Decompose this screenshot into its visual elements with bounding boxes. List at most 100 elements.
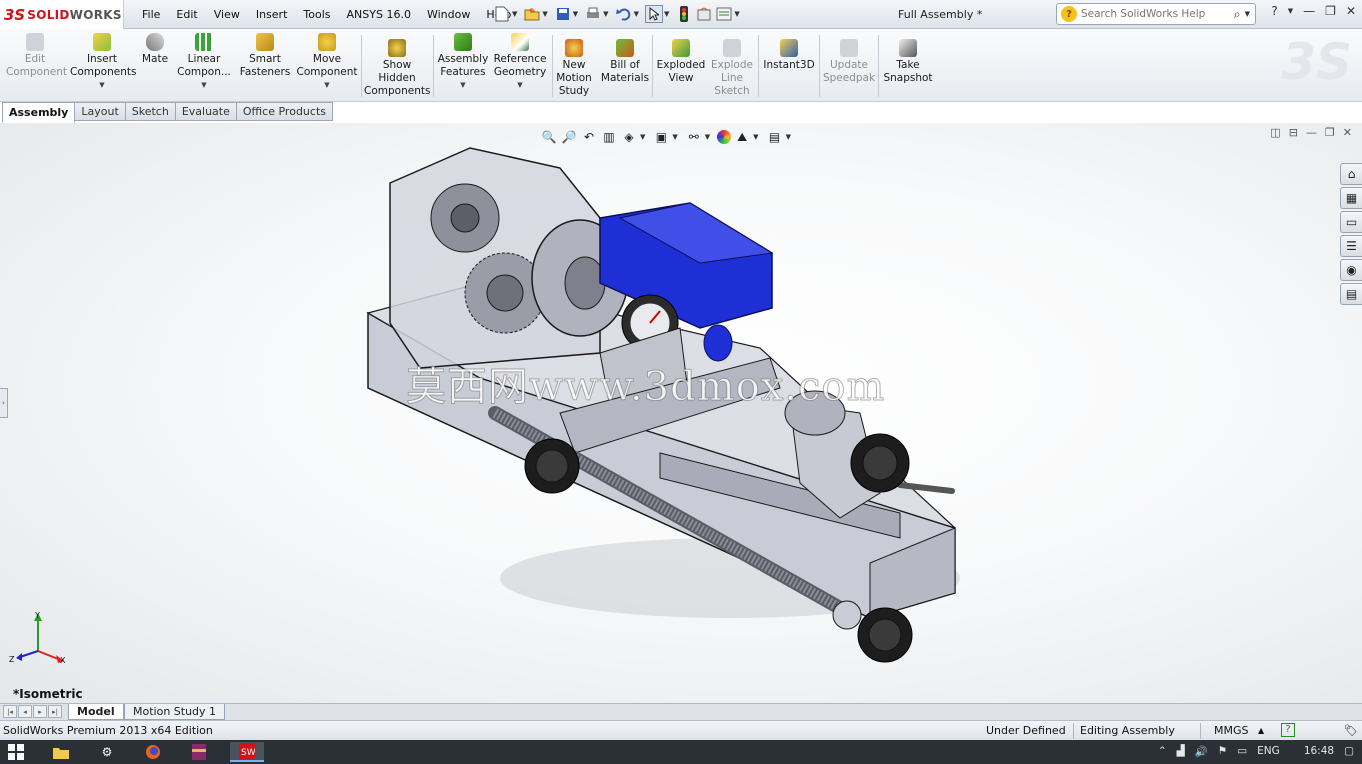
close-icon[interactable]: ✕	[1346, 4, 1356, 18]
tab-motion-study-1[interactable]: Motion Study 1	[124, 704, 226, 720]
split-horizontal-icon[interactable]: ⊟	[1289, 126, 1298, 139]
menu-edit[interactable]: Edit	[168, 8, 205, 21]
view-orientation-icon[interactable]: ◈	[620, 128, 638, 146]
solidworks-resources-icon[interactable]: ⌂	[1340, 163, 1362, 185]
view-palette-icon[interactable]: ☰	[1340, 235, 1362, 257]
notifications-icon[interactable]: ▢	[1344, 745, 1354, 758]
tab-evaluate[interactable]: Evaluate	[175, 102, 237, 121]
custom-properties-icon[interactable]: ▤	[1340, 283, 1362, 305]
smart-fasteners-button[interactable]: Smart Fasteners	[238, 33, 292, 79]
menu-view[interactable]: View	[206, 8, 248, 21]
reference-geometry-button[interactable]: Reference Geometry ▼	[492, 33, 548, 92]
language-indicator[interactable]: ENG	[1257, 745, 1280, 758]
open-folder-icon[interactable]	[523, 5, 541, 23]
new-motion-study-button[interactable]: New Motion Study	[554, 39, 594, 98]
network-icon[interactable]: ▟	[1177, 745, 1185, 758]
file-properties-icon[interactable]	[695, 5, 713, 23]
mate-button[interactable]: Mate	[138, 33, 172, 66]
rebuild-traffic-light-icon[interactable]	[675, 5, 693, 23]
search-input[interactable]	[1081, 8, 1221, 20]
viewport-minimize-icon[interactable]: —	[1306, 126, 1317, 139]
dropdown-arrow-icon[interactable]: ▼	[70, 79, 134, 92]
prev-tab-icon[interactable]: ◂	[18, 705, 32, 718]
help-dropdown-icon[interactable]: ▼	[1288, 7, 1293, 15]
windows-start-icon[interactable]	[8, 744, 24, 760]
view-settings-dropdown-icon[interactable]: ▼	[786, 133, 791, 141]
split-vertical-icon[interactable]: ◫	[1270, 126, 1280, 139]
next-tab-icon[interactable]: ▸	[33, 705, 47, 718]
dropdown-arrow-icon[interactable]: ▼	[176, 79, 232, 92]
menu-file[interactable]: File	[134, 8, 168, 21]
firefox-taskbar-icon[interactable]	[140, 742, 166, 762]
linear-pattern-button[interactable]: Linear Compon... ▼	[176, 33, 232, 92]
battery-icon[interactable]: ▭	[1237, 745, 1247, 758]
undo-dropdown-icon[interactable]: ▼	[634, 10, 639, 18]
search-dropdown-icon[interactable]: ▼	[1245, 10, 1250, 18]
undo-icon[interactable]	[615, 5, 633, 23]
unit-system[interactable]: MMGS	[1214, 724, 1249, 737]
menu-tools[interactable]: Tools	[295, 8, 338, 21]
dropdown-arrow-icon[interactable]: ▼	[436, 79, 490, 92]
volume-icon[interactable]: 🔊	[1195, 745, 1208, 758]
tab-office-products[interactable]: Office Products	[236, 102, 333, 121]
menu-insert[interactable]: Insert	[248, 8, 296, 21]
minimize-icon[interactable]: —	[1303, 4, 1315, 18]
dropdown-arrow-icon[interactable]: ▼	[492, 79, 548, 92]
lathe-assembly-model[interactable]	[0, 123, 1362, 703]
design-library-icon[interactable]: ▦	[1340, 187, 1362, 209]
options-dropdown-icon[interactable]: ▼	[734, 10, 739, 18]
exploded-view-button[interactable]: Exploded View	[655, 39, 707, 85]
flag-icon[interactable]: ⚑	[1218, 745, 1227, 758]
take-snapshot-button[interactable]: Take Snapshot	[881, 39, 935, 85]
search-icon[interactable]: ⌕	[1234, 7, 1241, 22]
apply-scene-icon[interactable]: ⛰	[733, 128, 751, 146]
hide-show-items-icon[interactable]: ⚯	[685, 128, 703, 146]
menu-window[interactable]: Window	[419, 8, 478, 21]
options-icon[interactable]	[715, 5, 733, 23]
explode-line-sketch-button[interactable]: Explode Line Sketch	[709, 39, 755, 98]
edit-component-button[interactable]: Edit Component	[6, 33, 67, 79]
new-document-icon[interactable]	[493, 5, 511, 23]
tab-model[interactable]: Model	[68, 704, 124, 720]
appearances-icon[interactable]: ◉	[1340, 259, 1362, 281]
view-settings-icon[interactable]: ▤	[766, 128, 784, 146]
restore-icon[interactable]: ❐	[1325, 4, 1336, 18]
assembly-features-button[interactable]: Assembly Features ▼	[436, 33, 490, 92]
edit-appearance-icon[interactable]	[717, 130, 732, 144]
move-component-button[interactable]: Move Component ▼	[296, 33, 358, 92]
select-arrow-icon[interactable]	[644, 5, 663, 23]
previous-view-icon[interactable]: ↶	[580, 128, 598, 146]
tray-expand-icon[interactable]: ⌃	[1158, 745, 1167, 758]
print-dropdown-icon[interactable]: ▼	[603, 10, 608, 18]
menu-ansys[interactable]: ANSYS 16.0	[339, 8, 419, 21]
dropdown-arrow-icon[interactable]: ▼	[296, 79, 358, 92]
help-status-icon[interactable]: ?	[1281, 723, 1295, 737]
tab-layout[interactable]: Layout	[75, 102, 126, 121]
bill-of-materials-button[interactable]: Bill of Materials	[600, 39, 650, 85]
solidworks-taskbar-icon[interactable]: SW	[230, 742, 264, 762]
save-dropdown-icon[interactable]: ▼	[573, 10, 578, 18]
tab-sketch[interactable]: Sketch	[125, 102, 176, 121]
section-view-icon[interactable]: ▥	[600, 128, 618, 146]
viewport-restore-icon[interactable]: ❐	[1325, 126, 1335, 139]
display-style-icon[interactable]: ▣	[652, 128, 670, 146]
feature-manager-expand-handle[interactable]: ›	[0, 388, 8, 418]
tab-assembly[interactable]: Assembly	[2, 102, 76, 123]
viewport-close-icon[interactable]: ✕	[1343, 126, 1352, 139]
tag-icon[interactable]: 🏷	[1344, 724, 1358, 737]
view-orientation-dropdown-icon[interactable]: ▼	[640, 133, 645, 141]
settings-taskbar-icon[interactable]: ⚙	[94, 742, 120, 762]
file-explorer-taskbar-icon[interactable]	[48, 742, 74, 762]
first-tab-icon[interactable]: |◂	[3, 705, 17, 718]
update-speedpak-button[interactable]: Update Speedpak	[822, 39, 876, 85]
new-dropdown-icon[interactable]: ▼	[512, 10, 517, 18]
instant3d-button[interactable]: Instant3D	[761, 39, 817, 72]
insert-components-button[interactable]: Insert Components ▼	[70, 33, 136, 92]
show-hidden-components-button[interactable]: Show Hidden Components	[364, 39, 430, 98]
hide-show-dropdown-icon[interactable]: ▼	[705, 133, 710, 141]
last-tab-icon[interactable]: ▸|	[48, 705, 62, 718]
open-dropdown-icon[interactable]: ▼	[542, 10, 547, 18]
print-icon[interactable]	[584, 5, 602, 23]
clock[interactable]: 16:48	[1304, 745, 1334, 758]
winrar-taskbar-icon[interactable]	[186, 742, 212, 762]
